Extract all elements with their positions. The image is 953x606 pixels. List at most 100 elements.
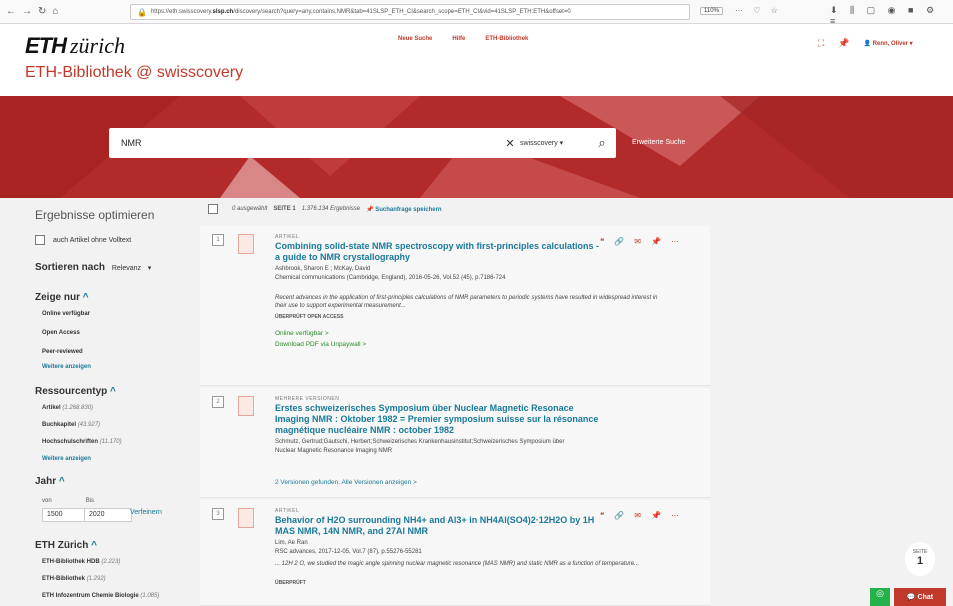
facet-item[interactable]: Buchkapitel (43.927) bbox=[42, 422, 100, 428]
clear-icon[interactable]: ✕ bbox=[500, 137, 520, 150]
search-input[interactable]: NMR bbox=[109, 138, 500, 148]
facet-item[interactable]: ETH-Bibliothek HDB (2.223) bbox=[42, 559, 120, 565]
reload-icon[interactable]: ↻ bbox=[38, 6, 46, 17]
result-item[interactable]: 2 MEHRERE VERSIONEN Erstes schweizerisch… bbox=[200, 388, 710, 498]
email-icon[interactable]: ✉ bbox=[634, 237, 641, 246]
whatsapp-icon[interactable]: ◎ bbox=[870, 588, 890, 606]
result-type: ARTIKEL bbox=[275, 234, 300, 240]
browser-extension-icons[interactable]: ⬇ ⫼ ▢ ◉ ■ ⚙ ≡ bbox=[830, 5, 953, 26]
facet-item[interactable]: Peer-reviewed bbox=[42, 349, 83, 355]
scope-select[interactable]: swisscovery ▾ bbox=[520, 139, 588, 147]
page-indicator[interactable]: SEITE 1 bbox=[905, 542, 935, 576]
link-eth-library[interactable]: ETH-Bibliothek bbox=[485, 36, 528, 42]
show-more-link[interactable]: Weitere anzeigen bbox=[42, 456, 91, 462]
year-from-input[interactable]: 1500 bbox=[42, 508, 90, 522]
result-item[interactable]: 1 ARTIKEL Combining solid-state NMR spec… bbox=[200, 226, 710, 386]
url-domain: slsp.ch bbox=[212, 9, 234, 15]
link-help[interactable]: Hilfe bbox=[452, 36, 465, 42]
facet-label: Zeige nur bbox=[35, 292, 81, 303]
page-indicator-number: 1 bbox=[916, 555, 924, 567]
facet-year[interactable]: Jahr ^ bbox=[35, 476, 65, 487]
cite-icon[interactable]: ❝ bbox=[600, 237, 604, 246]
facet-label: Ressourcentyp bbox=[35, 386, 108, 397]
facet-resource-type[interactable]: Ressourcentyp ^ bbox=[35, 386, 116, 397]
email-icon[interactable]: ✉ bbox=[634, 511, 641, 520]
chat-label: Chat bbox=[917, 593, 934, 601]
search-icon[interactable]: ⌕ bbox=[588, 135, 616, 151]
result-count: 1.376.134 Ergebnisse bbox=[301, 206, 361, 212]
more-icon[interactable]: ⋯ bbox=[671, 511, 679, 520]
facet-item[interactable]: Open Access bbox=[42, 330, 80, 336]
facet-item[interactable]: Artikel (1.268.830) bbox=[42, 405, 93, 411]
user-name: Renn, Oliver bbox=[872, 41, 909, 47]
results-toolbar: 0 ausgewählt SEITE 1 1.376.134 Ergebniss… bbox=[208, 204, 442, 214]
pin-icon[interactable]: 📌 bbox=[651, 237, 661, 246]
save-query-button[interactable]: 📌 Suchanfrage speichern bbox=[366, 206, 442, 213]
year-from-label: von bbox=[42, 498, 52, 504]
pin-icon[interactable]: 📌 bbox=[838, 38, 849, 49]
facet-label: Jahr bbox=[35, 476, 57, 487]
link-new-search[interactable]: Neue Suche bbox=[398, 36, 432, 42]
sort-select[interactable]: Sortieren nach Relevanz ▾ bbox=[35, 262, 151, 273]
link-icon[interactable]: 🔗 bbox=[614, 511, 624, 520]
user-menu[interactable]: 👤 Renn, Oliver ▾ bbox=[864, 40, 913, 47]
facet-item[interactable]: Hochschulschriften (11.170) bbox=[42, 439, 122, 445]
site-subtitle[interactable]: ETH-Bibliothek @ swisscovery bbox=[25, 64, 243, 82]
zoom-level[interactable]: 110% bbox=[700, 7, 723, 15]
facet-item[interactable]: Online verfügbar bbox=[42, 311, 90, 317]
facet-item[interactable]: ETH Infozentrum Chemie Biologie (1.085) bbox=[42, 593, 159, 599]
year-to-input[interactable]: 2020 bbox=[84, 508, 132, 522]
result-number[interactable]: 1 bbox=[212, 234, 224, 246]
facet-eth[interactable]: ETH Zürich ^ bbox=[35, 540, 97, 551]
result-title[interactable]: Behavior of H2O surrounding NH4+ and Al3… bbox=[275, 515, 605, 537]
year-to-label: Bis bbox=[85, 498, 95, 504]
refine-button[interactable]: Verfeinern bbox=[130, 509, 162, 516]
pin-icon[interactable]: 📌 bbox=[651, 511, 661, 520]
online-link[interactable]: Online verfügbar > bbox=[275, 330, 329, 337]
multi-version-icon bbox=[238, 396, 254, 416]
result-item[interactable]: 3 ARTIKEL Behavior of H2O surrounding NH… bbox=[200, 500, 710, 606]
more-icon[interactable]: ⋯ bbox=[671, 237, 679, 246]
result-abstract: Recent advances in the application of fi… bbox=[275, 295, 658, 309]
facet-count: (2.223) bbox=[101, 559, 121, 565]
forward-icon[interactable]: → bbox=[22, 6, 32, 17]
chat-button[interactable]: 💬 Chat bbox=[894, 588, 946, 606]
advanced-search-link[interactable]: Erweiterte Suche bbox=[632, 139, 685, 146]
browser-toolbar: ← → ↻ ⌂ 🔒 https://eth.swisscovery. slsp.c… bbox=[0, 0, 953, 26]
select-all-checkbox[interactable] bbox=[208, 204, 218, 214]
selected-count: 0 ausgewählt bbox=[232, 206, 268, 212]
result-number[interactable]: 3 bbox=[212, 508, 224, 520]
versions-link[interactable]: 2 Versionen gefunden. Alle Versionen anz… bbox=[275, 479, 417, 486]
chevron-down-icon: ▾ bbox=[147, 265, 152, 272]
pdf-link[interactable]: Download PDF via Unpaywall > bbox=[275, 341, 366, 348]
link-icon[interactable]: 🔗 bbox=[614, 237, 624, 246]
home-icon[interactable]: ⌂ bbox=[52, 6, 58, 17]
page-label: SEITE 1 bbox=[273, 206, 296, 212]
url-bar[interactable]: 🔒 https://eth.swisscovery. slsp.ch/discov… bbox=[130, 4, 690, 20]
facet-count: (11.170) bbox=[99, 439, 122, 445]
result-title[interactable]: Combining solid-state NMR spectroscopy w… bbox=[275, 241, 605, 263]
facet-show-only[interactable]: Zeige nur ^ bbox=[35, 292, 89, 303]
facet-sidebar: Ergebnisse optimieren auch Artikel ohne … bbox=[28, 198, 198, 606]
scope-value: swisscovery bbox=[520, 140, 558, 147]
fulltext-checkbox[interactable]: auch Artikel ohne Volltext bbox=[35, 235, 131, 245]
page-actions-icons[interactable]: ⋯ ♡ ☆ bbox=[735, 6, 782, 15]
facet-count: (43.927) bbox=[77, 422, 101, 428]
fulltext-label: auch Artikel ohne Volltext bbox=[53, 236, 132, 244]
cite-icon[interactable]: ❝ bbox=[600, 511, 604, 520]
scan-icon[interactable]: ⛶ bbox=[818, 38, 824, 49]
result-actions: ❝ 🔗 ✉ 📌 ⋯ bbox=[600, 237, 679, 246]
result-title[interactable]: Erstes schweizerisches Symposium über Nu… bbox=[275, 403, 605, 436]
chevron-up-icon: ^ bbox=[58, 476, 65, 487]
eth-logo[interactable]: ETH zürich bbox=[25, 33, 125, 59]
result-number[interactable]: 2 bbox=[212, 396, 224, 408]
facet-name: Hochschulschriften bbox=[42, 439, 99, 445]
article-icon bbox=[238, 508, 254, 528]
result-tags: ÜBERPRÜFT bbox=[275, 580, 306, 586]
back-icon[interactable]: ← bbox=[6, 6, 16, 17]
show-more-link[interactable]: Weitere anzeigen bbox=[42, 364, 91, 370]
result-authors: Schmutz, Gertrud;Gautschi, Herbert;Schwe… bbox=[275, 439, 565, 445]
result-source: Nuclear Magnetic Resonance Imaging NMR bbox=[275, 448, 393, 454]
sidebar-title: Ergebnisse optimieren bbox=[35, 208, 155, 222]
facet-item[interactable]: ETH-Bibliothek (1.292) bbox=[42, 576, 106, 582]
